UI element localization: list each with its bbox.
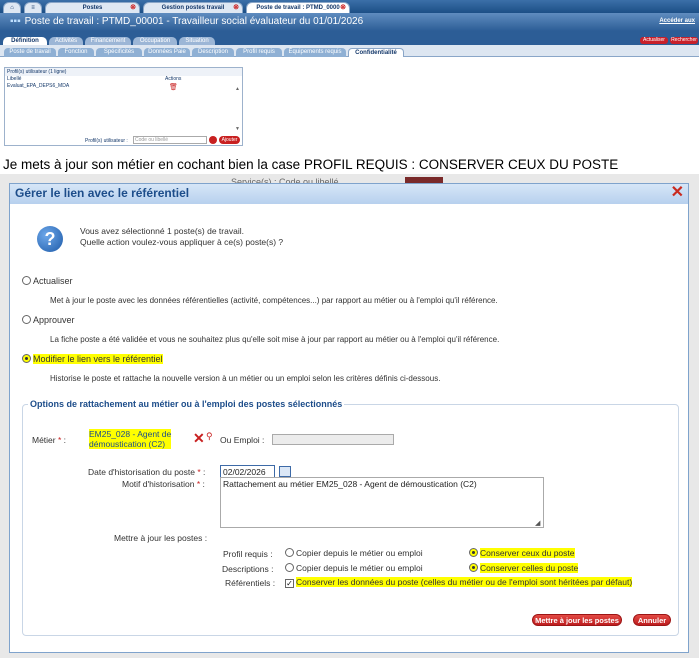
tab-specificites[interactable]: Spécificités — [96, 48, 142, 57]
dialog-title: Gérer le lien avec le référentiel — [10, 184, 688, 204]
tab-description[interactable]: Description — [192, 48, 234, 57]
profil-label: Profil requis : — [223, 549, 273, 559]
option-approuver-desc: La fiche poste a été validée et vous ne … — [50, 335, 500, 344]
close-icon[interactable]: ⊗ — [340, 3, 346, 13]
link-icon[interactable]: ⚲ — [206, 431, 213, 442]
close-icon[interactable]: ⊗ — [130, 3, 136, 13]
options-fieldset: Options de rattachement au métier ou à l… — [22, 399, 679, 636]
grid-header: Libellé Actions — [5, 76, 242, 82]
emploi-label: Ou Emploi : — [220, 435, 265, 445]
remove-icon[interactable]: ✕ — [193, 430, 205, 447]
tab-poste-travail[interactable]: Poste de travail : PTMD_0000 ⊗ — [246, 2, 350, 13]
grid-caption: Profil(s) utilisateur (1 ligne) — [5, 68, 242, 76]
radio-icon[interactable] — [22, 354, 31, 363]
calendar-icon[interactable] — [279, 466, 291, 477]
radio-icon[interactable] — [285, 548, 294, 557]
main-tab-bar: Définition Activités Financement Occupat… — [0, 31, 699, 46]
scroll-down-icon[interactable]: ▼ — [235, 126, 240, 132]
ref-keep-checkbox[interactable]: ✓ Conserver les données du poste (celles … — [285, 577, 633, 588]
motif-label: Motif d'historisation * : — [122, 479, 205, 489]
option-actualiser[interactable]: Actualiser — [22, 276, 73, 286]
desc-copy-option[interactable]: Copier depuis le métier ou emploi — [285, 563, 423, 573]
add-button[interactable]: Ajouter — [219, 136, 240, 144]
update-posts-button[interactable]: Mettre à jour les postes — [532, 614, 622, 626]
tab-equipements[interactable]: Équipements requis — [284, 48, 346, 57]
question-line2: Quelle action voulez-vous appliquer à ce… — [80, 237, 284, 247]
trash-icon[interactable]: 🗑 — [169, 83, 178, 91]
home-tab[interactable]: ⌂ — [3, 2, 21, 13]
update-label: Mettre à jour les postes : — [114, 533, 208, 543]
table-row[interactable]: Evaluat_EPA_DEPS6_MDA 🗑 — [5, 83, 235, 91]
tab-fonction[interactable]: Fonction — [58, 48, 94, 57]
col-label[interactable]: Libellé — [7, 76, 21, 82]
search-button[interactable]: Rechercher — [670, 37, 698, 44]
tab-profil-requis[interactable]: Profil requis — [236, 48, 282, 57]
cancel-button[interactable]: Annuler — [633, 614, 671, 626]
date-label: Date d'historisation du poste * : — [88, 467, 206, 477]
tab-postes[interactable]: Postes ⊗ — [45, 2, 140, 13]
question-icon: ? — [37, 226, 63, 252]
metier-label: Métier * : — [32, 435, 67, 445]
close-icon[interactable]: ✕ — [671, 185, 684, 201]
option-actualiser-desc: Met à jour le poste avec les données réf… — [50, 296, 498, 305]
referential-dialog: Gérer le lien avec le référentiel ✕ ? Vo… — [9, 183, 689, 653]
profil-copy-option[interactable]: Copier depuis le métier ou emploi — [285, 548, 423, 558]
tab-donnees-paie[interactable]: Données Paie — [144, 48, 190, 57]
radio-icon[interactable] — [469, 548, 478, 557]
caption-text: Je mets à jour son métier en cochant bie… — [3, 157, 619, 172]
radio-icon[interactable] — [22, 276, 31, 285]
emploi-field[interactable] — [272, 434, 394, 445]
option-modifier[interactable]: Modifier le lien vers le référentiel — [22, 354, 163, 364]
home-icon: ⌂ — [10, 5, 14, 11]
clear-icon[interactable] — [209, 136, 217, 144]
window-title: Poste de travail : PTMD_00001 - Travaill… — [24, 16, 364, 27]
close-icon[interactable]: ⊗ — [233, 3, 239, 13]
col-actions: Actions — [165, 76, 182, 82]
desc-label: Descriptions : — [222, 564, 274, 574]
motif-textarea[interactable]: Rattachement au métier EM25_028 - Agent … — [220, 477, 544, 528]
resize-icon[interactable]: ◢ — [535, 519, 540, 527]
grid-footer: Profil(s) utilisateur : Code ou libellé … — [5, 136, 242, 146]
menu-icon: ≡ — [31, 5, 35, 11]
dots-icon: ▪▪▪ — [10, 16, 21, 27]
fieldset-legend: Options de rattachement au métier ou à l… — [28, 399, 345, 409]
top-tab-bar: ⌂ ≡ Postes ⊗ Gestion postes travail ⊗ Post… — [0, 0, 699, 13]
window-title-bar: ▪▪▪ Poste de travail : PTMD_00001 - Trava… — [0, 13, 699, 31]
scroll-up-icon[interactable]: ▲ — [235, 86, 240, 92]
radio-icon[interactable] — [22, 315, 31, 324]
menu-tab[interactable]: ≡ — [24, 2, 42, 13]
top-link[interactable]: Accéder aux — [659, 13, 695, 30]
profil-keep-option[interactable]: Conserver ceux du poste — [469, 548, 575, 558]
footer-label: Profil(s) utilisateur : — [85, 138, 128, 144]
checkbox-icon[interactable]: ✓ — [285, 579, 294, 588]
profile-input[interactable]: Code ou libellé — [133, 136, 207, 144]
radio-icon[interactable] — [469, 563, 478, 572]
refresh-button[interactable]: Actualiser — [640, 37, 668, 44]
option-approuver[interactable]: Approuver — [22, 315, 75, 325]
metier-value[interactable]: EM25_028 - Agent de démoustication (C2) — [89, 429, 172, 449]
desc-keep-option[interactable]: Conserver celles du poste — [469, 563, 579, 573]
sub-tab-bar: Poste de travail Fonction Spécificités D… — [0, 45, 699, 57]
row-label: Evaluat_EPA_DEPS6_MDA — [7, 83, 70, 89]
tab-confidentialite[interactable]: Confidentialité — [348, 48, 404, 57]
radio-icon[interactable] — [285, 563, 294, 572]
tab-poste-de-travail[interactable]: Poste de travail — [4, 48, 56, 57]
tab-gestion-postes[interactable]: Gestion postes travail ⊗ — [143, 2, 243, 13]
question-line1: Vous avez sélectionné 1 poste(s) de trav… — [80, 226, 244, 236]
option-modifier-desc: Historise le poste et rattache la nouvel… — [50, 374, 441, 383]
profiles-grid: Profil(s) utilisateur (1 ligne) Libellé … — [4, 67, 243, 146]
ref-label: Référentiels : — [225, 578, 276, 588]
